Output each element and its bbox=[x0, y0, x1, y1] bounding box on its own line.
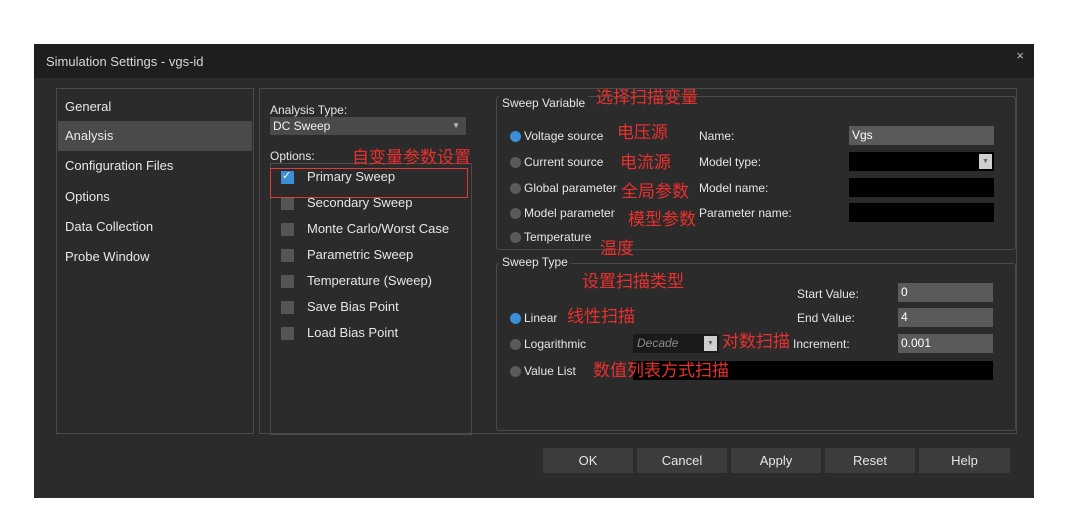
option-label: Monte Carlo/Worst Case bbox=[307, 221, 450, 236]
annotation-set-sweep-type: 设置扫描类型 bbox=[582, 272, 684, 292]
logarithmic-label: Logarithmic bbox=[524, 337, 587, 351]
end-value-label: End Value: bbox=[797, 311, 855, 325]
sidebar-item-probe-window[interactable]: Probe Window bbox=[58, 242, 252, 272]
option-parametric-sweep[interactable]: Parametric Sweep bbox=[275, 244, 465, 266]
annotation-temperature: 温度 bbox=[600, 239, 634, 259]
name-input[interactable]: Vgs bbox=[849, 126, 994, 145]
radio-global-parameter[interactable] bbox=[510, 183, 521, 194]
start-value-input[interactable]: 0 bbox=[898, 283, 993, 302]
sidebar-item-data-collection[interactable]: Data Collection bbox=[58, 212, 252, 242]
name-label: Name: bbox=[699, 129, 735, 143]
increment-input[interactable]: 0.001 bbox=[898, 334, 993, 353]
log-scale-select[interactable]: Decade ▼ bbox=[633, 334, 719, 353]
cancel-button[interactable]: Cancel bbox=[637, 448, 727, 473]
radio-value-list[interactable] bbox=[510, 366, 521, 377]
checkbox-secondary-sweep[interactable] bbox=[281, 197, 294, 210]
log-scale-value: Decade bbox=[637, 336, 679, 350]
help-button[interactable]: Help bbox=[919, 448, 1010, 473]
sidebar-item-general[interactable]: General bbox=[58, 92, 252, 122]
title-bar: Simulation Settings - vgs-id × bbox=[34, 44, 1034, 78]
annotation-global-parameter: 全局参数 bbox=[621, 182, 689, 202]
close-icon[interactable]: × bbox=[1016, 48, 1024, 63]
model-type-label: Model type: bbox=[699, 155, 762, 169]
model-name-label: Model name: bbox=[699, 181, 769, 195]
annotation-select-sweep-variable: 选择扫描变量 bbox=[596, 88, 698, 108]
start-value-label: Start Value: bbox=[797, 287, 859, 301]
temperature-label: Temperature bbox=[524, 230, 592, 244]
radio-logarithmic[interactable] bbox=[510, 339, 521, 350]
increment-label: Increment: bbox=[793, 337, 850, 351]
checkbox-parametric-sweep[interactable] bbox=[281, 249, 294, 262]
option-label: Temperature (Sweep) bbox=[307, 273, 432, 288]
parameter-name-label: Parameter name: bbox=[699, 206, 792, 220]
radio-temperature[interactable] bbox=[510, 232, 521, 243]
chevron-down-icon: ▼ bbox=[452, 121, 460, 130]
model-parameter-label: Model parameter bbox=[524, 206, 615, 220]
window-title: Simulation Settings - vgs-id bbox=[46, 54, 204, 69]
chevron-down-icon: ▼ bbox=[704, 336, 717, 351]
linear-label: Linear bbox=[524, 311, 558, 325]
global-parameter-label: Global parameter bbox=[524, 181, 617, 195]
reset-button[interactable]: Reset bbox=[825, 448, 915, 473]
checkbox-monte-carlo[interactable] bbox=[281, 223, 294, 236]
radio-linear[interactable] bbox=[510, 313, 521, 324]
analysis-type-label: Analysis Type: bbox=[270, 103, 348, 117]
primary-sweep-highlight bbox=[270, 168, 468, 198]
parameter-name-input[interactable] bbox=[849, 203, 994, 222]
sweep-variable-title: Sweep Variable bbox=[499, 96, 589, 110]
analysis-type-value: DC Sweep bbox=[273, 119, 331, 133]
annotation-independent-variable-settings: 自变量参数设置 bbox=[352, 148, 471, 168]
annotation-voltage-source: 电压源 bbox=[617, 123, 668, 143]
model-name-input[interactable] bbox=[849, 178, 994, 197]
chevron-down-icon: ▼ bbox=[979, 154, 992, 169]
sidebar-item-options[interactable]: Options bbox=[58, 182, 252, 212]
radio-voltage-source[interactable] bbox=[510, 131, 521, 142]
voltage-source-label: Voltage source bbox=[524, 129, 604, 143]
value-list-label: Value List bbox=[524, 364, 576, 378]
ok-button[interactable]: OK bbox=[543, 448, 633, 473]
analysis-type-dropdown[interactable]: DC Sweep ▼ bbox=[270, 117, 466, 135]
options-list: Primary Sweep Secondary Sweep Monte Carl… bbox=[270, 163, 472, 435]
radio-current-source[interactable] bbox=[510, 157, 521, 168]
simulation-settings-dialog: Simulation Settings - vgs-id × General A… bbox=[34, 44, 1034, 498]
options-label: Options: bbox=[270, 149, 315, 163]
end-value-input[interactable]: 4 bbox=[898, 308, 993, 327]
checkbox-save-bias-point[interactable] bbox=[281, 301, 294, 314]
annotation-current-source: 电流源 bbox=[620, 153, 671, 173]
annotation-log-sweep: 对数扫描 bbox=[722, 332, 790, 352]
annotation-model-parameter: 模型参数 bbox=[628, 210, 696, 230]
model-type-select[interactable]: ▼ bbox=[849, 152, 994, 171]
option-label: Save Bias Point bbox=[307, 299, 399, 314]
current-source-label: Current source bbox=[524, 155, 604, 169]
sweep-variable-group: Sweep Variable Voltage source Current so… bbox=[496, 96, 1016, 250]
option-label: Parametric Sweep bbox=[307, 247, 414, 262]
checkbox-temperature-sweep[interactable] bbox=[281, 275, 294, 288]
option-temperature-sweep[interactable]: Temperature (Sweep) bbox=[275, 270, 465, 292]
sidebar-item-configuration-files[interactable]: Configuration Files bbox=[58, 151, 252, 181]
annotation-linear-sweep: 线性扫描 bbox=[567, 307, 635, 327]
option-load-bias-point[interactable]: Load Bias Point bbox=[275, 322, 465, 344]
checkbox-load-bias-point[interactable] bbox=[281, 327, 294, 340]
option-monte-carlo[interactable]: Monte Carlo/Worst Case bbox=[275, 218, 465, 240]
sidebar-item-analysis[interactable]: Analysis bbox=[58, 121, 252, 151]
radio-model-parameter[interactable] bbox=[510, 208, 521, 219]
option-label: Load Bias Point bbox=[307, 325, 399, 340]
apply-button[interactable]: Apply bbox=[731, 448, 821, 473]
sweep-type-title: Sweep Type bbox=[499, 255, 571, 269]
annotation-value-list-sweep: 数值列表方式扫描 bbox=[593, 361, 729, 381]
option-save-bias-point[interactable]: Save Bias Point bbox=[275, 296, 465, 318]
settings-sidebar: General Analysis Configuration Files Opt… bbox=[56, 88, 254, 434]
